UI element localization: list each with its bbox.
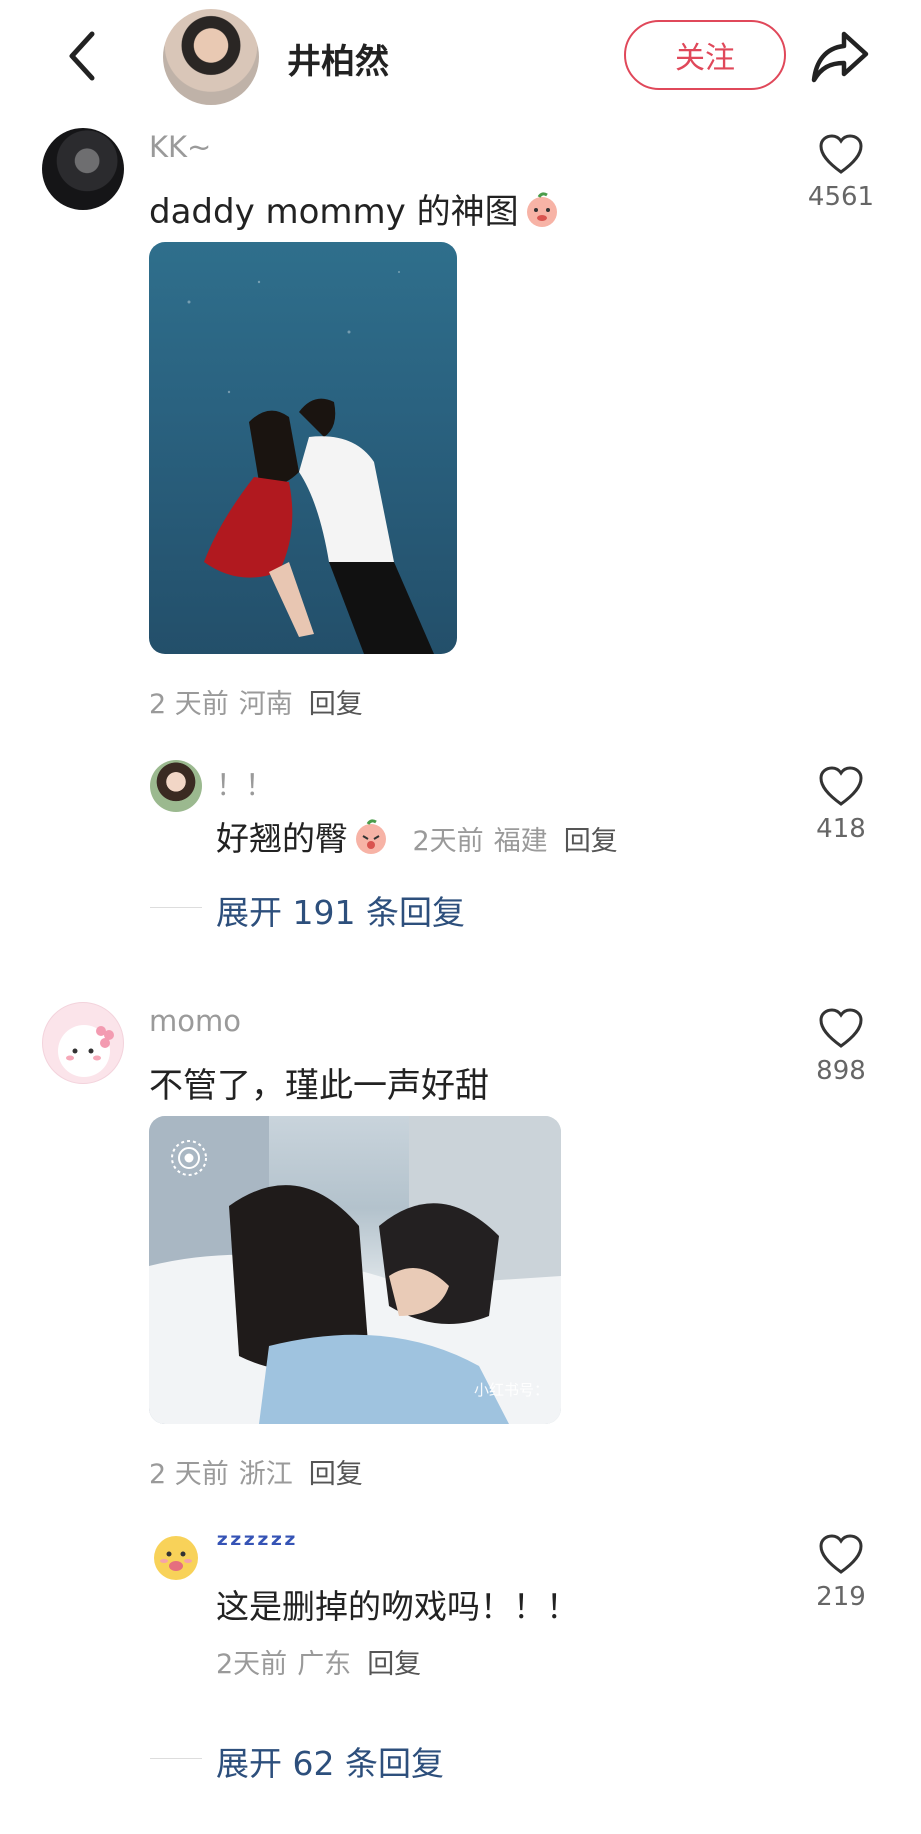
share-button[interactable] — [808, 26, 872, 86]
reply-username[interactable]: ᶻᶻᶻᶻᶻᶻ — [216, 1528, 297, 1563]
comment-image[interactable] — [149, 242, 457, 654]
reply-location: 广东 — [297, 1649, 352, 1680]
divider — [150, 1758, 202, 1759]
reply-button[interactable]: 回复 — [564, 826, 618, 857]
bed-scene-image — [149, 1116, 561, 1424]
image-watermark: 小红书号： — [473, 1381, 549, 1399]
expand-replies-button[interactable]: 展开 191 条回复 — [216, 886, 465, 934]
peach-emoji-icon — [352, 818, 390, 864]
underwater-couple-image — [187, 271, 434, 654]
avatar[interactable] — [150, 1530, 202, 1582]
reply-location: 福建 — [493, 826, 548, 857]
reply-text: 好翘的臀 — [216, 819, 348, 858]
reply-time: 2天前 — [216, 1649, 288, 1680]
divider — [150, 907, 202, 908]
comment-location: 浙江 — [238, 1459, 293, 1490]
heart-icon — [819, 1008, 863, 1048]
emoji-avatar-icon — [154, 1536, 198, 1580]
like-button[interactable]: 418 — [796, 764, 886, 844]
comment-meta: 2 天前 浙江 回复 — [149, 1452, 363, 1491]
like-button[interactable]: 4561 — [796, 132, 886, 212]
back-button[interactable] — [62, 28, 106, 84]
comment-content: daddy mommy 的神图 — [149, 184, 561, 238]
like-count: 219 — [816, 1582, 866, 1612]
comment-username[interactable]: KK~ — [149, 130, 211, 164]
comment-text: daddy mommy 的神图 — [149, 192, 519, 232]
comment-location: 河南 — [238, 689, 293, 720]
like-count: 898 — [816, 1056, 866, 1086]
reply-time: 2天前 — [412, 826, 484, 857]
expand-replies-button[interactable]: 展开 62 条回复 — [216, 1737, 444, 1785]
like-count: 418 — [816, 814, 866, 844]
reply-content: 这是删掉的吻戏吗！！！ — [216, 1587, 579, 1626]
reply-content: 好翘的臀 2天前 福建 回复 — [216, 812, 618, 864]
comment-content: 不管了，瑾此一声好甜 — [149, 1066, 489, 1106]
reply-username[interactable]: ！！ — [216, 762, 274, 804]
like-button[interactable]: 219 — [796, 1532, 886, 1612]
reply-button[interactable]: 回复 — [309, 689, 363, 720]
comment-time: 2 天前 — [149, 1459, 229, 1490]
header-avatar[interactable] — [163, 9, 259, 105]
live-photo-icon[interactable] — [169, 1138, 209, 1178]
reply-meta: 2天前 广东 回复 — [216, 1642, 421, 1681]
page-title: 井柏然 — [287, 42, 389, 82]
follow-button[interactable]: 关注 — [624, 20, 786, 90]
heart-icon — [819, 766, 863, 806]
avatar[interactable] — [42, 1002, 124, 1084]
reply-button[interactable]: 回复 — [367, 1649, 421, 1680]
like-count: 4561 — [807, 182, 875, 212]
comment-meta: 2 天前 河南 回复 — [149, 682, 363, 721]
avatar[interactable] — [42, 128, 124, 210]
avatar[interactable] — [150, 760, 202, 812]
peach-shy-emoji-icon — [523, 191, 561, 238]
reply-button[interactable]: 回复 — [309, 1459, 363, 1490]
heart-icon — [819, 1534, 863, 1574]
comment-username[interactable]: momo — [149, 1004, 241, 1038]
heart-icon — [819, 134, 863, 174]
share-icon — [811, 31, 869, 83]
cartoon-avatar-icon — [58, 1025, 114, 1077]
like-button[interactable]: 898 — [796, 1006, 886, 1086]
comment-image[interactable]: 小红书号： — [149, 1116, 561, 1424]
chevron-left-icon — [69, 31, 95, 81]
comment-time: 2 天前 — [149, 689, 229, 720]
